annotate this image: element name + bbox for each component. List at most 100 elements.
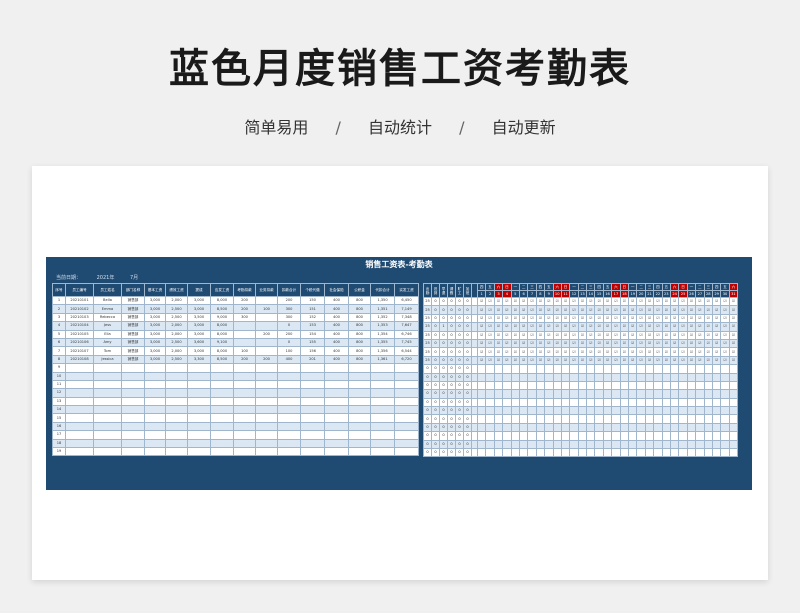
attendance-cell[interactable] [535,372,546,382]
attendance-cell[interactable]: ☑ [577,355,588,366]
table-cell[interactable] [370,379,395,390]
attendance-cell[interactable]: ☑ [669,305,680,315]
table-cell[interactable]: 400 [324,295,349,306]
attendance-cell[interactable]: ☑ [544,305,554,315]
table-cell[interactable] [165,421,188,432]
summary-cell[interactable]: 25 [423,347,432,357]
attendance-cell[interactable] [628,448,638,458]
attendance-cell[interactable]: ☑ [493,313,504,324]
attendance-cell[interactable]: ☑ [560,305,571,315]
attendance-cell[interactable]: ☑ [602,313,613,324]
attendance-cell[interactable] [493,431,504,441]
attendance-cell[interactable] [577,406,588,416]
table-cell[interactable]: 800 [348,329,371,339]
table-cell[interactable] [144,413,166,423]
attendance-cell[interactable] [619,380,630,391]
attendance-cell[interactable]: ☑ [653,313,663,324]
table-cell[interactable] [65,388,94,398]
table-cell[interactable]: 2,500 [165,354,188,365]
table-cell[interactable] [324,379,349,390]
attendance-cell[interactable] [510,448,520,458]
table-cell[interactable]: 153 [300,321,325,331]
attendance-cell[interactable] [586,406,596,416]
attendance-cell[interactable] [485,389,495,399]
attendance-cell[interactable] [569,414,579,424]
table-cell[interactable]: Bella [93,295,122,306]
table-cell[interactable] [370,430,395,440]
attendance-cell[interactable] [703,397,713,408]
table-cell[interactable]: 151 [300,304,325,314]
summary-cell[interactable]: 0 [423,431,432,441]
attendance-cell[interactable] [586,422,596,433]
attendance-cell[interactable] [703,448,713,458]
attendance-cell[interactable]: ☑ [493,347,504,357]
table-cell[interactable] [144,405,166,415]
attendance-cell[interactable]: ☑ [535,305,546,315]
attendance-cell[interactable]: ☑ [569,330,579,340]
attendance-cell[interactable] [728,364,739,374]
table-cell[interactable] [255,379,278,390]
attendance-cell[interactable] [510,372,520,382]
table-cell[interactable] [370,363,395,373]
attendance-cell[interactable]: ☑ [602,305,613,315]
attendance-cell[interactable] [544,380,554,391]
attendance-cell[interactable] [686,414,697,424]
table-cell[interactable] [394,413,419,423]
table-cell[interactable] [93,396,122,407]
attendance-cell[interactable] [552,380,562,391]
attendance-cell[interactable] [527,448,537,458]
attendance-cell[interactable]: ☑ [502,322,512,332]
attendance-cell[interactable] [544,364,554,374]
table-cell[interactable] [165,379,188,390]
attendance-cell[interactable]: ☑ [569,296,579,307]
attendance-cell[interactable] [711,406,722,416]
attendance-cell[interactable]: ☑ [485,322,495,332]
table-cell[interactable]: 1,361 [370,354,395,365]
attendance-cell[interactable]: ☑ [594,330,604,340]
attendance-cell[interactable]: ☑ [518,305,529,315]
table-cell[interactable]: 3,000 [144,346,166,356]
summary-cell[interactable]: 25 [423,330,432,340]
attendance-cell[interactable] [602,406,613,416]
attendance-cell[interactable] [720,406,730,416]
attendance-cell[interactable] [577,431,588,441]
attendance-cell[interactable] [527,397,537,408]
attendance-cell[interactable] [586,414,596,424]
summary-cell[interactable]: 0 [455,338,464,349]
summary-cell[interactable]: 0 [463,355,472,366]
attendance-cell[interactable] [619,406,630,416]
attendance-cell[interactable]: ☑ [711,322,722,332]
table-cell[interactable]: 20210108 [65,354,94,365]
table-cell[interactable]: 20210105 [65,329,94,339]
attendance-cell[interactable]: ☑ [577,338,588,349]
attendance-cell[interactable] [560,372,571,382]
attendance-cell[interactable] [602,431,613,441]
attendance-cell[interactable] [695,380,705,391]
summary-cell[interactable]: 0 [455,322,464,332]
attendance-cell[interactable]: ☑ [661,355,672,366]
attendance-cell[interactable] [594,448,604,458]
attendance-cell[interactable] [619,364,630,374]
summary-cell[interactable]: 0 [455,380,464,391]
summary-cell[interactable]: 0 [463,338,472,349]
attendance-cell[interactable]: ☑ [476,355,487,366]
attendance-cell[interactable] [560,431,571,441]
attendance-cell[interactable] [569,431,579,441]
table-cell[interactable] [255,447,278,457]
summary-cell[interactable]: 0 [463,372,472,382]
table-cell[interactable] [165,405,188,415]
attendance-cell[interactable] [720,397,730,408]
attendance-cell[interactable]: ☑ [594,296,604,307]
summary-cell[interactable]: 1 [439,322,448,332]
table-cell[interactable] [324,396,349,407]
attendance-cell[interactable]: ☑ [686,322,697,332]
table-cell[interactable]: 300 [277,312,301,323]
attendance-cell[interactable] [569,439,579,450]
table-cell[interactable] [187,396,211,407]
attendance-cell[interactable]: ☑ [602,355,613,366]
attendance-cell[interactable]: ☑ [476,313,487,324]
summary-cell[interactable]: 0 [463,305,472,315]
attendance-cell[interactable] [669,372,680,382]
attendance-cell[interactable]: ☑ [577,330,588,340]
attendance-cell[interactable]: ☑ [527,296,537,307]
